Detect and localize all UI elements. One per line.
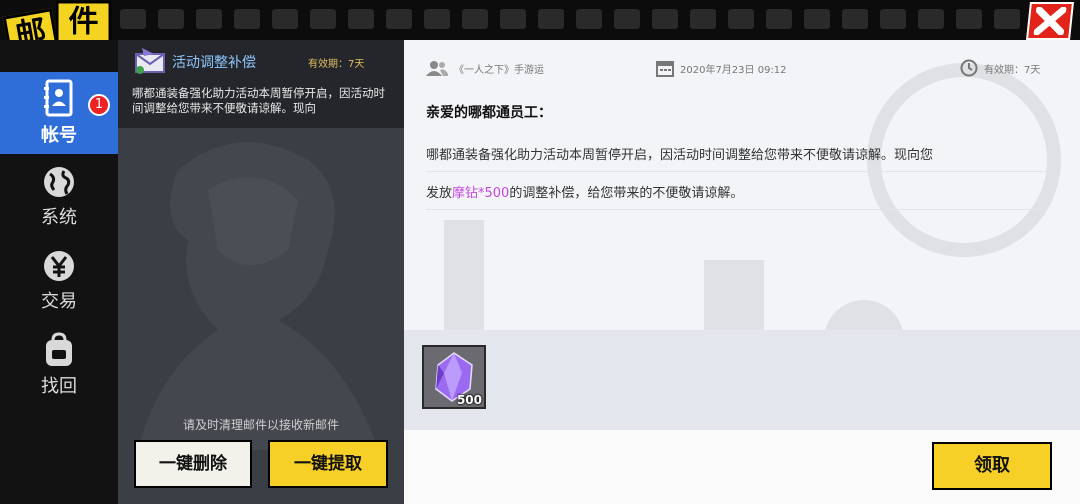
mail-greeting: 亲爱的哪都通员工： bbox=[426, 105, 552, 121]
claim-button[interactable]: 领取 bbox=[932, 442, 1052, 490]
film-hole bbox=[158, 9, 184, 29]
film-hole bbox=[842, 9, 868, 29]
film-hole bbox=[234, 9, 260, 29]
clock-icon bbox=[960, 59, 978, 77]
film-hole bbox=[994, 9, 1020, 29]
film-hole bbox=[652, 9, 678, 29]
film-hole bbox=[728, 9, 754, 29]
contacts-book-icon bbox=[44, 79, 73, 117]
mail-validity: 有效期：7天 bbox=[308, 59, 365, 70]
close-button[interactable] bbox=[1026, 2, 1074, 40]
sidebar-item-label: 交易 bbox=[41, 291, 77, 312]
film-hole bbox=[348, 9, 374, 29]
film-strip-header bbox=[0, 0, 1080, 40]
film-hole bbox=[386, 9, 412, 29]
sidebar-item-label: 系统 bbox=[41, 207, 77, 228]
cleanup-hint: 请及时清理邮件以接收新邮件 bbox=[182, 418, 339, 432]
film-hole bbox=[310, 9, 336, 29]
film-hole bbox=[614, 9, 640, 29]
mail-body-line-1: 哪都通装备强化助力活动本周暂停开启，因活动时间调整给您带来不便敬请谅解。现向您 bbox=[426, 144, 1046, 172]
validity-text: 有效期：7天 bbox=[984, 64, 1041, 76]
date-text: 2020年7月23日 09:12 bbox=[680, 64, 787, 76]
film-hole bbox=[804, 9, 830, 29]
mail-body-line-2: 发放摩钻*500的调整补偿，给您带来的不便敬请谅解。 bbox=[426, 182, 1046, 210]
body-text: 发放 bbox=[426, 186, 453, 201]
sidebar-item-trade[interactable]: 交易 bbox=[0, 240, 118, 322]
film-hole bbox=[120, 9, 146, 29]
film-hole bbox=[462, 9, 488, 29]
mail-date: 2020年7月23日 09:12 bbox=[656, 58, 787, 78]
yen-icon bbox=[44, 251, 74, 281]
sidebar-item-label: 找回 bbox=[41, 376, 77, 397]
unread-count-badge: 1 bbox=[88, 94, 110, 116]
sidebar-item-recover[interactable]: 找回 bbox=[0, 324, 118, 406]
mail-sender: 《一人之下》手游运 bbox=[426, 58, 544, 78]
mail-title: 活动调整补偿 bbox=[172, 55, 256, 71]
claim-all-button[interactable]: 一键提取 bbox=[268, 440, 388, 488]
attachment-item[interactable]: 500 bbox=[422, 345, 486, 409]
film-hole bbox=[690, 9, 716, 29]
film-hole bbox=[424, 9, 450, 29]
detail-footer: 领取 bbox=[404, 430, 1080, 504]
sender-name: 《一人之下》手游运 bbox=[454, 64, 544, 76]
mail-preview: 哪都通装备强化助力活动本周暂停开启，因活动时间调整给您带来不便敬请谅解。现向 bbox=[132, 86, 385, 115]
close-icon bbox=[1033, 7, 1067, 35]
film-hole bbox=[196, 9, 222, 29]
calendar-icon bbox=[656, 61, 674, 77]
delete-all-button[interactable]: 一键删除 bbox=[134, 440, 252, 488]
globe-icon bbox=[44, 167, 74, 197]
film-hole bbox=[500, 9, 526, 29]
film-hole bbox=[272, 9, 298, 29]
mail-detail-panel: 《一人之下》手游运 2020年7月23日 09:12 有效期：7天 亲爱的哪都通… bbox=[404, 40, 1080, 504]
body-text: 的调整补偿，给您带来的不便敬请谅解。 bbox=[509, 186, 744, 201]
sidebar-item-account[interactable]: 帐号 1 bbox=[0, 72, 118, 154]
backpack-icon bbox=[46, 332, 72, 366]
sidebar-item-label: 帐号 bbox=[41, 125, 77, 146]
film-hole bbox=[956, 9, 982, 29]
mail-list-panel: 活动调整补偿 有效期：7天 哪都通装备强化助力活动本周暂停开启，因活动时间调整给… bbox=[118, 40, 404, 504]
sidebar: 帐号 1 系统 交易 找回 bbox=[0, 40, 118, 504]
film-hole bbox=[538, 9, 564, 29]
mail-expiry: 有效期：7天 bbox=[960, 58, 1040, 78]
people-icon bbox=[426, 61, 448, 76]
character-artwork bbox=[138, 142, 378, 450]
attachment-quantity: 500 bbox=[456, 393, 482, 407]
envelope-icon bbox=[135, 48, 165, 74]
film-hole bbox=[766, 9, 792, 29]
mail-list-item[interactable]: 活动调整补偿 有效期：7天 哪都通装备强化助力活动本周暂停开启，因活动时间调整给… bbox=[118, 40, 404, 128]
film-hole bbox=[918, 9, 944, 29]
reward-highlight: 摩钻*500 bbox=[452, 186, 510, 201]
attachment-strip: 500 bbox=[404, 330, 1080, 430]
sidebar-item-system[interactable]: 系统 bbox=[0, 156, 118, 238]
film-hole bbox=[576, 9, 602, 29]
film-hole bbox=[880, 9, 906, 29]
